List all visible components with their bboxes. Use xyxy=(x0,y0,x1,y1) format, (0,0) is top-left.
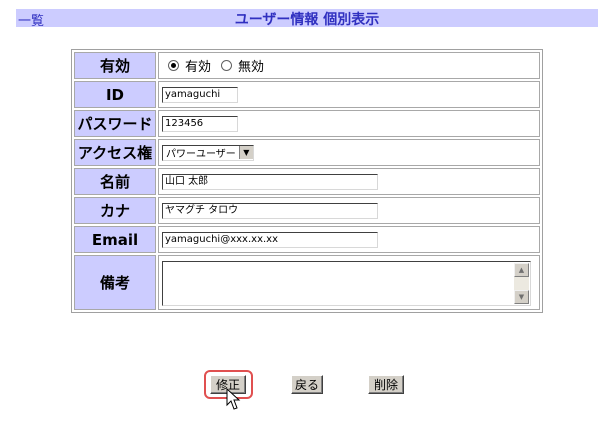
scroll-down-icon[interactable]: ▼ xyxy=(514,290,529,304)
mouse-pointer-icon xyxy=(226,388,241,410)
name-field[interactable]: 山口 太郎 xyxy=(162,173,378,190)
label-name: 名前 xyxy=(74,168,156,195)
scroll-up-icon[interactable]: ▲ xyxy=(514,263,529,277)
row-id: ID yamaguchi xyxy=(74,81,540,108)
radio-disabled[interactable] xyxy=(221,60,233,71)
label-kana: カナ xyxy=(74,197,156,224)
id-field[interactable]: yamaguchi xyxy=(162,86,238,103)
radio-disabled-label: 無効 xyxy=(238,60,265,75)
page-title: ユーザー情報 個別表示 xyxy=(234,12,380,28)
label-notes: 備考 xyxy=(74,255,156,310)
label-access: アクセス権 xyxy=(74,139,156,166)
email-field[interactable]: yamaguchi@xxx.xx.xx xyxy=(162,231,378,248)
label-email: Email xyxy=(74,226,156,253)
row-kana: カナ ヤマグチ タロウ xyxy=(74,197,540,224)
label-password: パスワード xyxy=(74,110,156,137)
radio-enabled-label: 有効 xyxy=(185,60,212,75)
access-select-value: パワーユーザー xyxy=(166,149,236,160)
page: 一覧 ユーザー情報 個別表示 有効 有効 無効 ID yamaguchi パスワ… xyxy=(0,0,614,421)
kana-field[interactable]: ヤマグチ タロウ xyxy=(162,202,378,219)
row-notes: 備考 ▲ ▼ xyxy=(74,255,540,310)
row-name: 名前 山口 太郎 xyxy=(74,168,540,195)
access-select[interactable]: パワーユーザー ▼ xyxy=(162,144,254,161)
notes-textarea[interactable]: ▲ ▼ xyxy=(162,261,531,306)
title-bar: 一覧 ユーザー情報 個別表示 xyxy=(16,9,598,29)
chevron-down-icon[interactable]: ▼ xyxy=(238,146,253,159)
row-enabled: 有効 有効 無効 xyxy=(74,52,540,79)
enabled-radio-group: 有効 無効 xyxy=(162,56,539,75)
label-enabled: 有効 xyxy=(74,52,156,79)
label-id: ID xyxy=(74,81,156,108)
row-email: Email yamaguchi@xxx.xx.xx xyxy=(74,226,540,253)
row-access: アクセス権 パワーユーザー ▼ xyxy=(74,139,540,166)
back-button[interactable]: 戻る xyxy=(291,375,323,394)
user-info-table: 有効 有効 無効 ID yamaguchi パスワード 123456 アクセス権… xyxy=(71,49,543,313)
notes-scrollbar[interactable]: ▲ ▼ xyxy=(514,263,529,304)
radio-enabled[interactable] xyxy=(168,60,179,71)
row-password: パスワード 123456 xyxy=(74,110,540,137)
delete-button[interactable]: 削除 xyxy=(368,375,404,394)
password-field[interactable]: 123456 xyxy=(162,115,238,132)
